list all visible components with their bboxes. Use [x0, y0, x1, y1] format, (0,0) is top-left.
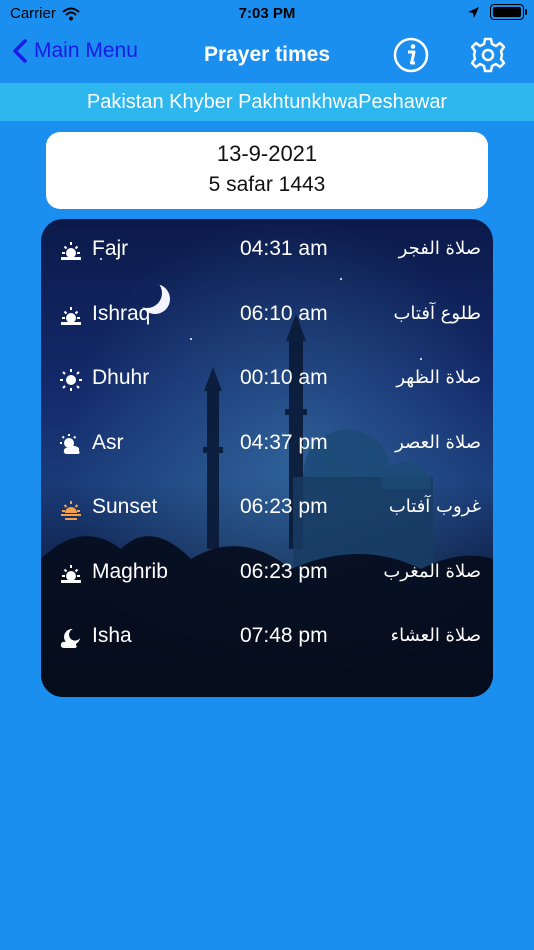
sunrise-icon: [61, 242, 81, 260]
date-card: 13-9-2021 5 safar 1443: [46, 132, 488, 209]
prayer-times-card: Fajr 04:31 am صلاة الفجر Ishraq 06:10 am…: [41, 219, 493, 697]
info-button[interactable]: [392, 36, 430, 74]
sunrise-icon: [61, 307, 81, 325]
sun-cloud-icon: [60, 434, 80, 454]
prayer-time: 06:10 am: [240, 302, 328, 325]
nav-bar: Main Menu Prayer times: [0, 30, 534, 82]
prayer-row-maghrib[interactable]: Maghrib 06:23 pm صلاة المغرب: [41, 554, 493, 594]
prayer-time: 04:31 am: [240, 237, 328, 260]
prayer-name: Isha: [92, 624, 132, 647]
prayer-row-asr[interactable]: Asr 04:37 pm صلاة العصر: [41, 425, 493, 465]
status-bar: Carrier 7:03 PM: [0, 0, 534, 30]
prayer-name-arabic: طلوع آفتاب: [393, 303, 481, 324]
hijri-date: 5 safar 1443: [208, 173, 326, 196]
prayer-time: 07:48 pm: [240, 624, 328, 647]
prayer-row-dhuhr[interactable]: Dhuhr 00:10 am صلاة الظهر: [41, 360, 493, 400]
prayer-row-fajr[interactable]: Fajr 04:31 am صلاة الفجر: [41, 231, 493, 271]
prayer-row-ishraq[interactable]: Ishraq 06:10 am طلوع آفتاب: [41, 296, 493, 336]
prayer-row-sunset[interactable]: Sunset 06:23 pm غروب آفتاب: [41, 489, 493, 529]
settings-button[interactable]: [469, 36, 507, 74]
prayer-name-arabic: صلاة الفجر: [398, 238, 481, 259]
prayer-name: Dhuhr: [92, 366, 150, 389]
prayer-time: 00:10 am: [240, 366, 328, 389]
prayer-time: 06:23 pm: [240, 495, 328, 518]
gear-icon: [470, 37, 506, 73]
chevron-left-icon: [13, 39, 27, 63]
prayer-name: Maghrib: [92, 560, 168, 583]
status-time: 7:03 PM: [238, 5, 296, 22]
prayer-name-arabic: صلاة العشاء: [390, 625, 481, 646]
prayer-name: Sunset: [92, 495, 158, 518]
sunrise-icon: [61, 565, 81, 583]
sun-icon: [60, 369, 82, 391]
moon-cloud-icon: [60, 628, 80, 648]
prayer-name: Asr: [92, 431, 124, 454]
prayer-name: Ishraq: [92, 302, 151, 325]
battery-icon: [490, 4, 527, 20]
prayer-name-arabic: غروب آفتاب: [388, 496, 481, 517]
prayer-row-isha[interactable]: Isha 07:48 pm صلاة العشاء: [41, 618, 493, 658]
prayer-name: Fajr: [92, 237, 129, 260]
location-arrow-icon: [468, 6, 479, 18]
sunset-icon: [61, 501, 81, 520]
gregorian-date: 13-9-2021: [216, 141, 318, 166]
location-bar: Pakistan Khyber PakhtunkhwaPeshawar: [0, 83, 534, 121]
prayer-time: 04:37 pm: [240, 431, 328, 454]
back-button-label: Main Menu: [34, 39, 138, 62]
prayer-name-arabic: صلاة المغرب: [383, 561, 481, 582]
back-button[interactable]: Main Menu: [12, 38, 138, 64]
info-icon: [393, 37, 429, 73]
prayer-name-arabic: صلاة الظهر: [396, 367, 481, 388]
prayer-time: 06:23 pm: [240, 560, 328, 583]
prayer-name-arabic: صلاة العصر: [395, 432, 481, 453]
status-right: [467, 4, 527, 20]
